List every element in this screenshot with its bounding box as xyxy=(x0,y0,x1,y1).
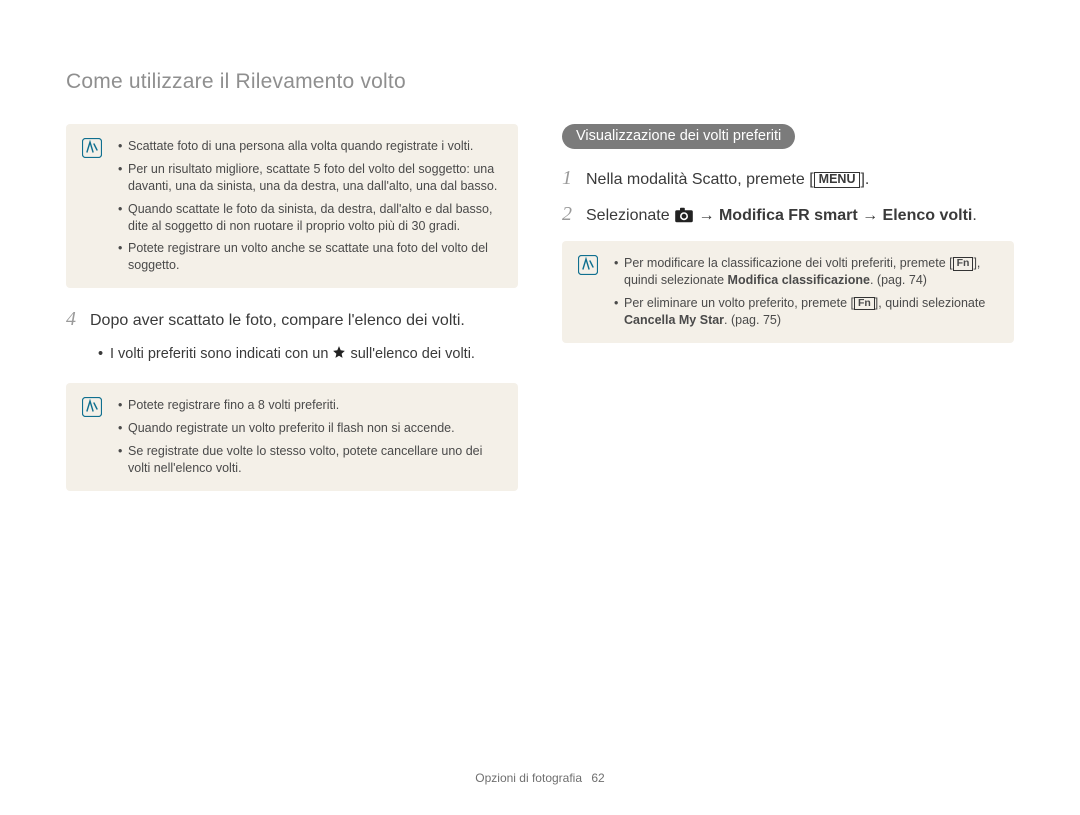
txt: . (pag. 75) xyxy=(724,313,781,327)
note-icon xyxy=(82,138,102,158)
note-list-a: Scattate foto di una persona alla volta … xyxy=(114,138,502,274)
note-box-b: Potete registrare fino a 8 volti preferi… xyxy=(66,383,518,491)
txt-bold: Modifica classificazione xyxy=(728,273,870,287)
step1-prefix: Nella modalità Scatto, premete [ xyxy=(586,171,814,188)
note-item: Quando registrate un volto preferito il … xyxy=(118,420,502,437)
columns: Scattate foto di una persona alla volta … xyxy=(66,124,1014,511)
step-1: 1 Nella modalità Scatto, premete [MENU]. xyxy=(562,167,1014,191)
sub-prefix: I volti preferiti sono indicati con un xyxy=(110,346,332,362)
camera-icon xyxy=(674,207,694,230)
txt: Per eliminare un volto preferito, premet… xyxy=(624,296,854,310)
step-number: 2 xyxy=(562,203,576,226)
note-icon xyxy=(578,255,598,275)
note-item: Potete registrare un volto anche se scat… xyxy=(118,240,502,274)
note-box-right: Per modificare la classificazione dei vo… xyxy=(562,241,1014,343)
star-icon xyxy=(332,345,346,365)
txt: Per modificare la classificazione dei vo… xyxy=(624,256,953,270)
footer-page-number: 62 xyxy=(591,771,604,785)
sub-list: I volti preferiti sono indicati con un s… xyxy=(98,344,518,365)
step-4: 4 Dopo aver scattato le foto, compare l'… xyxy=(66,308,518,332)
note-item: Quando scattate le foto da sinista, da d… xyxy=(118,201,502,235)
step-text: Nella modalità Scatto, premete [MENU]. xyxy=(586,169,869,191)
footer-section: Opzioni di fotografia xyxy=(475,771,582,785)
note-item: Per eliminare un volto preferito, premet… xyxy=(614,295,998,329)
note-item: Potete registrare fino a 8 volti preferi… xyxy=(118,397,502,414)
arrow: → xyxy=(699,207,719,224)
txt: ], quindi selezionate xyxy=(875,296,986,310)
step2-prefix: Selezionate xyxy=(586,207,674,224)
note-list-b: Potete registrare fino a 8 volti preferi… xyxy=(114,397,502,477)
step-number: 4 xyxy=(66,308,80,331)
note-item: Per un risultato migliore, scattate 5 fo… xyxy=(118,161,502,195)
step1-suffix: ]. xyxy=(860,171,869,188)
note-item: Scattate foto di una persona alla volta … xyxy=(118,138,502,155)
step2-suffix: . xyxy=(972,207,976,224)
txt: . (pag. 74) xyxy=(870,273,927,287)
fn-key: Fn xyxy=(953,257,974,271)
txt-bold: Cancella My Star xyxy=(624,313,724,327)
step-text: Selezionate → Modifica FR smart → Elenco… xyxy=(586,205,977,230)
fn-key: Fn xyxy=(854,297,875,311)
section-heading-pill: Visualizzazione dei volti preferiti xyxy=(562,124,795,149)
menu-key: MENU xyxy=(814,172,861,188)
note-list-right: Per modificare la classificazione dei vo… xyxy=(610,255,998,329)
step-2: 2 Selezionate → Modifica FR smart → Elen… xyxy=(562,203,1014,230)
step2-bold1: Modifica FR smart xyxy=(719,207,858,224)
page-root: Come utilizzare il Rilevamento volto Sca… xyxy=(0,0,1080,815)
left-column: Scattate foto di una persona alla volta … xyxy=(66,124,518,511)
step-number: 1 xyxy=(562,167,576,190)
sub-suffix: sull'elenco dei volti. xyxy=(350,346,474,362)
page-title: Come utilizzare il Rilevamento volto xyxy=(66,70,1014,94)
note-item: Per modificare la classificazione dei vo… xyxy=(614,255,998,289)
sub-item: I volti preferiti sono indicati con un s… xyxy=(98,344,518,365)
right-column: Visualizzazione dei volti preferiti 1 Ne… xyxy=(562,124,1014,511)
footer: Opzioni di fotografia 62 xyxy=(0,771,1080,785)
arrow: → xyxy=(858,207,883,224)
step-text: Dopo aver scattato le foto, compare l'el… xyxy=(90,310,465,332)
step2-bold2: Elenco volti xyxy=(883,207,973,224)
note-box-a: Scattate foto di una persona alla volta … xyxy=(66,124,518,288)
note-item: Se registrate due volte lo stesso volto,… xyxy=(118,443,502,477)
note-icon xyxy=(82,397,102,417)
